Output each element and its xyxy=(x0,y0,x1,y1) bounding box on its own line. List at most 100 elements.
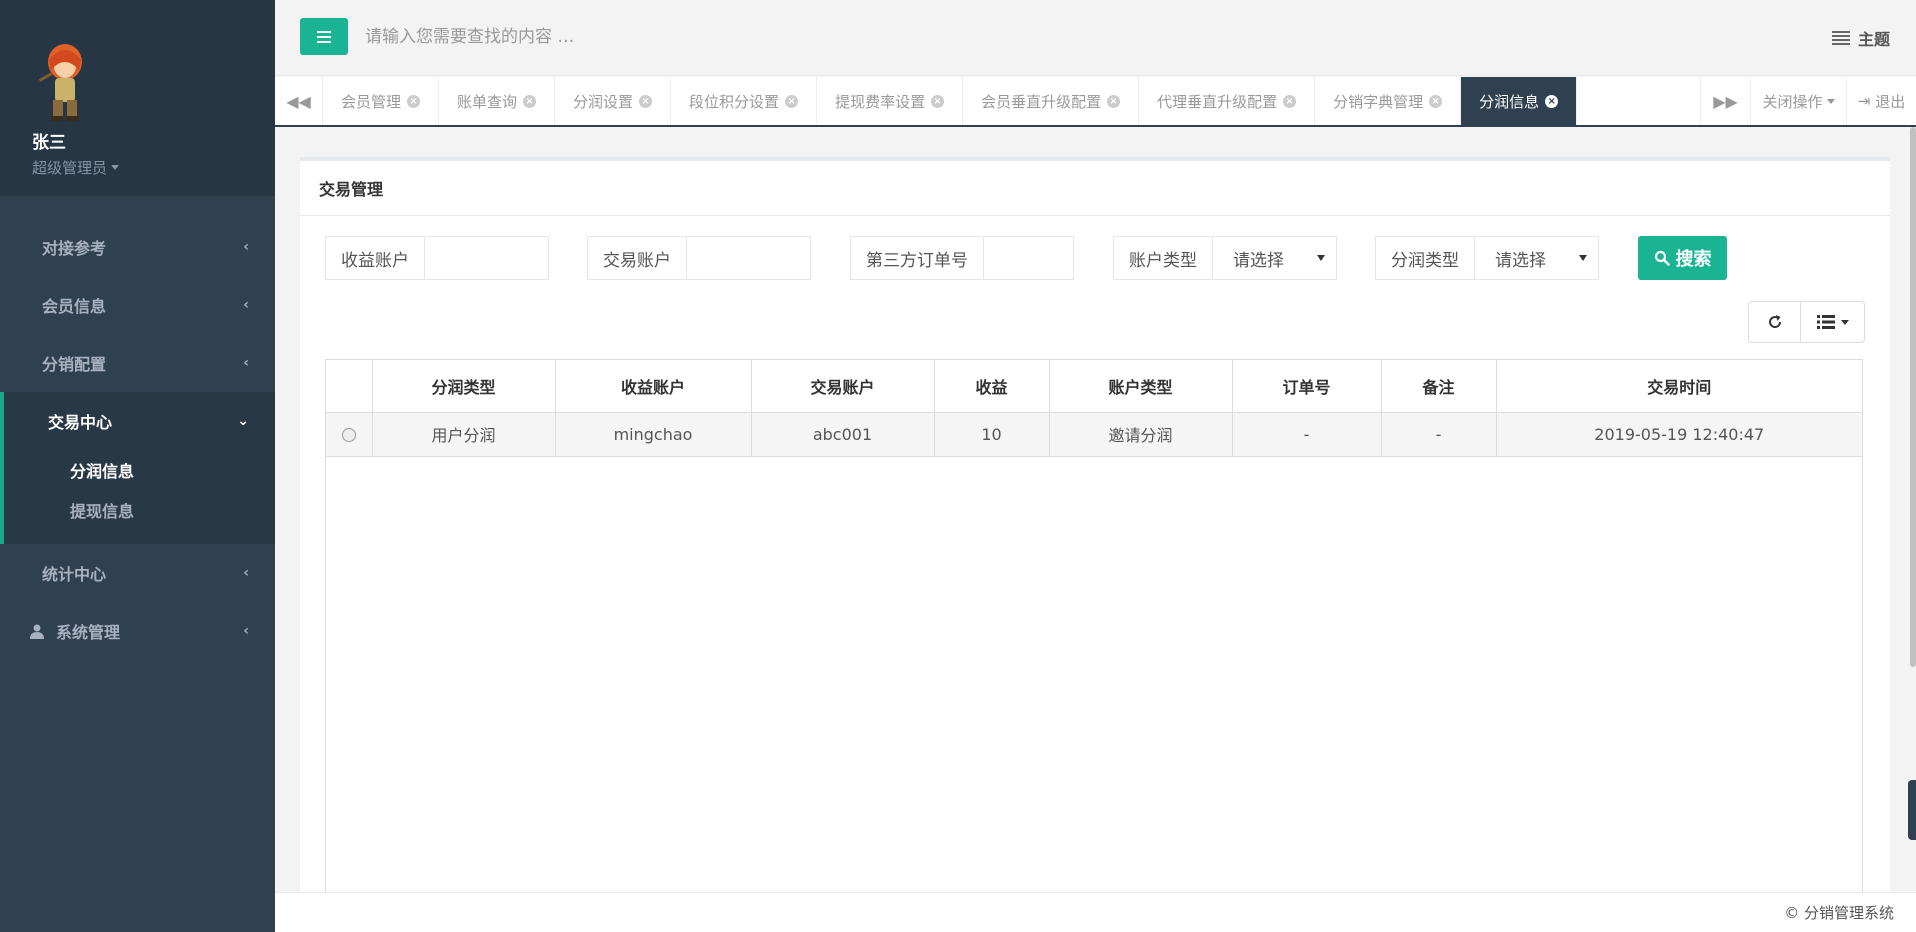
sidebar-subitem-share-info[interactable]: 分润信息 xyxy=(4,450,275,490)
column-header[interactable]: 收益 xyxy=(934,360,1050,413)
columns-toggle-button[interactable] xyxy=(1801,301,1865,343)
search-icon xyxy=(1654,250,1670,266)
caret-down-icon xyxy=(1579,255,1587,261)
income-account-input[interactable] xyxy=(425,237,545,279)
sign-out-icon: ⇥ xyxy=(1857,92,1871,110)
share-type-select[interactable]: 请选择 xyxy=(1475,237,1597,279)
sidebar-item-trade-center[interactable]: 交易中心 ⌄ xyxy=(4,392,275,450)
table-cell: 2019-05-19 12:40:47 xyxy=(1496,412,1862,457)
tab-label: 会员管理 xyxy=(341,92,402,111)
close-icon[interactable]: × xyxy=(1545,94,1559,108)
tab-member-upgrade[interactable]: 会员垂直升级配置 × xyxy=(963,77,1140,125)
global-search-input[interactable] xyxy=(365,20,965,54)
user-role-dropdown[interactable]: 超级管理员 xyxy=(32,157,275,178)
tab-share-settings[interactable]: 分润设置 × xyxy=(555,77,672,125)
refresh-icon xyxy=(1768,315,1781,328)
third-order-filter: 第三方订单号 xyxy=(850,236,1074,280)
close-icon[interactable]: × xyxy=(931,94,945,108)
tab-label: 分润设置 xyxy=(573,92,634,111)
column-header[interactable]: 备注 xyxy=(1381,360,1497,413)
select-value: 请选择 xyxy=(1233,250,1284,271)
row-radio[interactable] xyxy=(341,428,356,442)
tab-share-info[interactable]: 分润信息 × xyxy=(1461,77,1578,125)
avatar[interactable] xyxy=(35,40,95,124)
page-tabs: 会员管理 × 账单查询 × 分润设置 × 段位积分设置 × 提现费率设置 × 会员垂直升级… xyxy=(323,77,1578,125)
chevron-left-icon: ‹ xyxy=(243,239,249,255)
sidebar-subitem-withdraw-info[interactable]: 提现信息 xyxy=(4,490,275,530)
column-header[interactable]: 账户类型 xyxy=(1049,360,1233,413)
tab-rank-points[interactable]: 段位积分设置 × xyxy=(671,77,818,125)
double-chevron-left-icon: ◀◀ xyxy=(286,91,311,111)
sidebar-nav: 对接参考 ‹ 会员信息 ‹ 分销配置 ‹ 交易中心 ⌄ 分润信息 提现信息 统计… xyxy=(0,218,275,660)
sidebar-item-reference[interactable]: 对接参考 ‹ xyxy=(0,218,275,276)
sidebar-item-system[interactable]: 系统管理 ‹ xyxy=(0,602,275,660)
table-header-row: 分润类型 收益账户 交易账户 收益 账户类型 订单号 备注 交易时间 xyxy=(326,360,1862,413)
refresh-button[interactable] xyxy=(1748,301,1801,343)
tab-label: 代理垂直升级配置 xyxy=(1157,92,1278,111)
sidebar-item-label: 统计中心 xyxy=(42,565,107,584)
side-panel-handle[interactable] xyxy=(1908,780,1916,840)
close-icon[interactable]: × xyxy=(639,94,653,108)
tabs-scroll-right-button[interactable]: ▶▶ xyxy=(1700,77,1750,125)
table-cell: - xyxy=(1232,412,1382,457)
data-table: 分润类型 收益账户 交易账户 收益 账户类型 订单号 备注 交易时间 用户分润 … xyxy=(325,359,1863,899)
search-button[interactable]: 搜索 xyxy=(1638,236,1727,280)
user-role-label: 超级管理员 xyxy=(32,159,108,177)
tab-withdraw-rate[interactable]: 提现费率设置 × xyxy=(817,77,964,125)
chevron-left-icon: ‹ xyxy=(243,297,249,313)
column-header[interactable]: 订单号 xyxy=(1232,360,1382,413)
column-header[interactable]: 交易账户 xyxy=(751,360,935,413)
column-header[interactable]: 收益账户 xyxy=(555,360,752,413)
tab-controls: ▶▶ 关闭操作 ⇥ 退出 xyxy=(1700,77,1916,125)
third-order-input[interactable] xyxy=(984,237,1070,279)
tab-member-management[interactable]: 会员管理 × xyxy=(323,77,440,125)
tab-agent-upgrade[interactable]: 代理垂直升级配置 × xyxy=(1139,77,1316,125)
sidebar-item-label: 系统管理 xyxy=(56,623,121,642)
close-icon[interactable]: × xyxy=(523,94,537,108)
tabs-scroll-left-button[interactable]: ◀◀ xyxy=(275,77,323,125)
trade-account-input[interactable] xyxy=(687,237,807,279)
income-account-filter: 收益账户 xyxy=(325,236,549,280)
trade-account-filter: 交易账户 xyxy=(587,236,811,280)
filter-label: 第三方订单号 xyxy=(851,237,984,279)
top-bar: 主题 xyxy=(275,0,1916,76)
sidebar-item-distribution-config[interactable]: 分销配置 ‹ xyxy=(0,334,275,392)
content-panel: 交易管理 收益账户 交易账户 第三方订单号 账户类型 请选择 分润类型 请选择 xyxy=(300,157,1890,899)
table-cell: - xyxy=(1381,412,1497,457)
tab-dictionary[interactable]: 分销字典管理 × xyxy=(1315,77,1462,125)
theme-button[interactable]: 主题 xyxy=(1831,26,1890,50)
sidebar-item-members[interactable]: 会员信息 ‹ xyxy=(0,276,275,334)
close-icon[interactable]: × xyxy=(407,94,421,108)
logout-button[interactable]: ⇥ 退出 xyxy=(1846,77,1916,125)
menu-toggle-button[interactable] xyxy=(300,18,348,55)
panel-title: 交易管理 xyxy=(300,161,1890,216)
tab-label: 分销字典管理 xyxy=(1333,92,1424,111)
column-header[interactable]: 交易时间 xyxy=(1496,360,1862,413)
column-header-select xyxy=(326,360,373,413)
table-cell: 10 xyxy=(934,412,1050,457)
account-type-select[interactable]: 请选择 xyxy=(1213,237,1335,279)
tab-label: 提现费率设置 xyxy=(835,92,926,111)
hamburger-icon xyxy=(317,30,331,43)
footer-text: © 分销管理系统 xyxy=(1784,904,1894,922)
vertical-scrollbar[interactable] xyxy=(1910,127,1916,667)
tab-bill-query[interactable]: 账单查询 × xyxy=(439,77,556,125)
tabs-bar: ◀◀ 会员管理 × 账单查询 × 分润设置 × 段位积分设置 × 提现费率设置 × 会员垂… xyxy=(275,77,1916,127)
table-row[interactable]: 用户分润 mingchao abc001 10 邀请分润 - - 2019-05… xyxy=(326,412,1862,457)
close-icon[interactable]: × xyxy=(1283,94,1297,108)
close-icon[interactable]: × xyxy=(1429,94,1443,108)
sidebar: 张三 超级管理员 对接参考 ‹ 会员信息 ‹ 分销配置 ‹ 交易中心 ⌄ 分润信… xyxy=(0,0,275,932)
sidebar-group-trade-center: 交易中心 ⌄ 分润信息 提现信息 xyxy=(0,392,275,544)
column-header[interactable]: 分润类型 xyxy=(372,360,556,413)
close-icon[interactable]: × xyxy=(785,94,799,108)
caret-down-icon xyxy=(1840,319,1849,325)
close-ops-label: 关闭操作 xyxy=(1762,92,1823,111)
close-icon[interactable]: × xyxy=(1107,94,1121,108)
caret-down-icon xyxy=(1317,255,1325,261)
logout-label: 退出 xyxy=(1875,92,1906,111)
sidebar-item-label: 交易中心 xyxy=(48,413,113,432)
close-operations-dropdown[interactable]: 关闭操作 xyxy=(1750,77,1846,125)
sidebar-item-label: 对接参考 xyxy=(42,239,107,258)
caret-down-icon xyxy=(111,165,120,170)
sidebar-item-statistics[interactable]: 统计中心 ‹ xyxy=(0,544,275,602)
